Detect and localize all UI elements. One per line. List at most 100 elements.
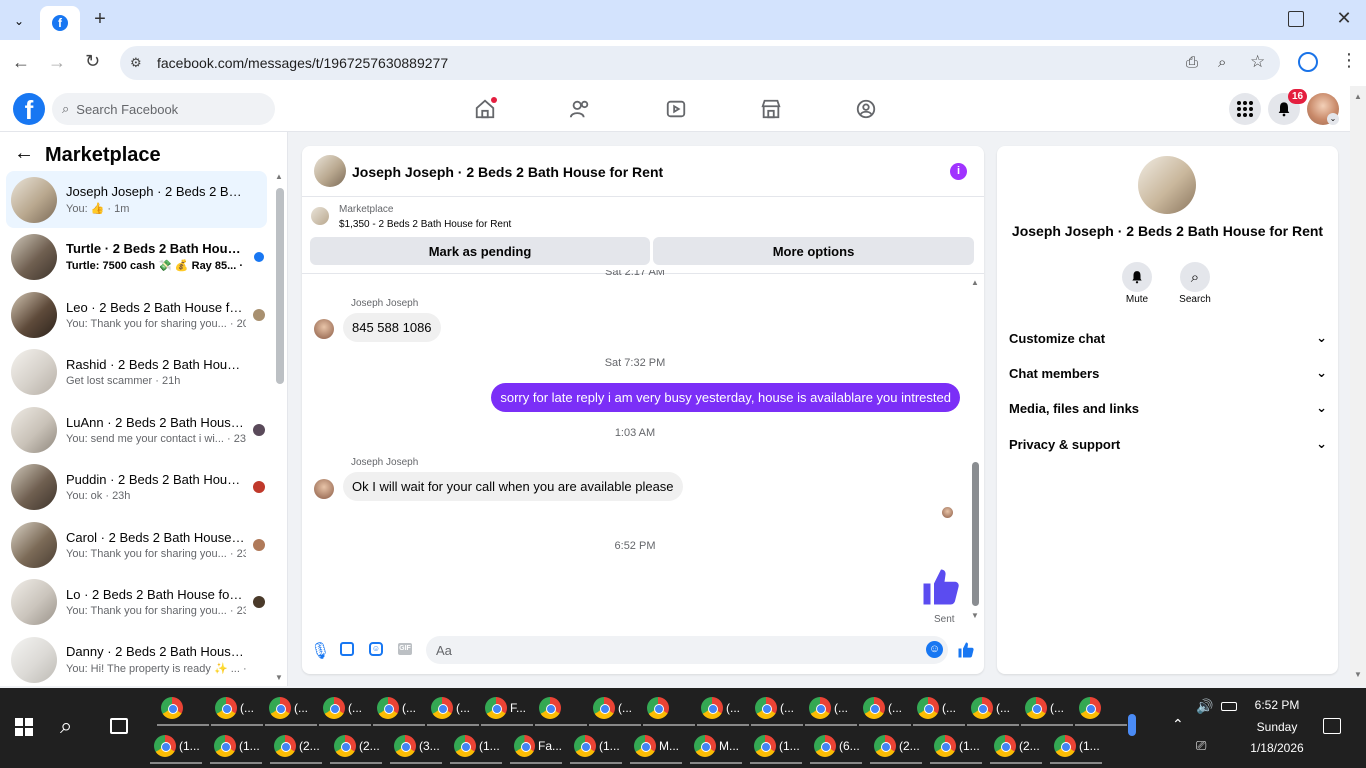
mark-pending-button[interactable]: Mark as pending — [310, 237, 650, 265]
conversation-list-scrollbar[interactable] — [276, 188, 284, 384]
taskbar-chrome-window[interactable]: (... — [211, 692, 263, 726]
back-arrow-icon[interactable]: ← — [14, 142, 34, 165]
attach-photo-icon[interactable] — [340, 642, 354, 656]
sender-avatar[interactable] — [314, 319, 334, 339]
taskbar-chrome-window[interactable]: (1... — [570, 730, 622, 764]
outgoing-message[interactable]: sorry for late reply i am very busy yest… — [491, 383, 960, 412]
address-bar[interactable]: ⚙ facebook.com/messages/t/19672576308892… — [120, 46, 1280, 80]
taskbar-chrome-window[interactable]: (... — [697, 692, 749, 726]
conversation-item[interactable]: LuAnn · 2 Beds 2 Bath House ... You: send… — [6, 401, 267, 458]
volume-icon[interactable]: 🔊 — [1196, 698, 1213, 715]
taskbar-chrome-window[interactable]: (2... — [330, 730, 382, 764]
conversation-info-icon[interactable]: i — [950, 163, 967, 180]
taskbar-chrome-window[interactable]: (... — [319, 692, 371, 726]
taskbar-chrome-window[interactable]: (1... — [150, 730, 202, 764]
taskbar-search-icon[interactable]: ⌕ — [60, 713, 72, 739]
taskbar-chrome-window[interactable]: (... — [427, 692, 479, 726]
taskbar-chrome-window[interactable]: (... — [967, 692, 1019, 726]
conversation-item[interactable]: Leo · 2 Beds 2 Bath House for... You: Tha… — [6, 286, 267, 343]
gif-icon[interactable]: GIF — [398, 643, 412, 655]
chat-scroll-up-icon[interactable]: ▲ — [971, 278, 979, 287]
scroll-up-icon[interactable]: ▲ — [1354, 92, 1362, 101]
sticker-icon[interactable]: ☺ — [369, 642, 383, 656]
profile-icon[interactable] — [1298, 52, 1318, 72]
taskbar-chrome-window[interactable]: (6... — [810, 730, 862, 764]
conversation-item[interactable]: Rashid · 2 Beds 2 Bath House fo... Get lo… — [6, 343, 267, 400]
taskbar-chrome-window[interactable]: (... — [1021, 692, 1073, 726]
emoji-icon[interactable]: ☺ — [926, 641, 943, 658]
taskbar-chrome-window[interactable]: (... — [859, 692, 911, 726]
account-chevron-down-icon[interactable]: ⌄ — [1327, 113, 1339, 125]
restore-window-icon[interactable] — [1288, 11, 1304, 27]
taskbar-chrome-window[interactable]: Fa... — [510, 730, 562, 764]
conversation-item[interactable]: Joseph Joseph · 2 Beds 2 Bath ... You: 👍 … — [6, 171, 267, 228]
taskbar-chrome-window[interactable]: (... — [265, 692, 317, 726]
more-options-button[interactable]: More options — [653, 237, 974, 265]
taskbar-chrome-window[interactable]: (1... — [1050, 730, 1102, 764]
windows-start-icon[interactable] — [15, 718, 33, 736]
conversation-item[interactable]: Puddin · 2 Beds 2 Bath House... You: ok ·… — [6, 458, 267, 515]
taskbar-chrome-window[interactable]: (1... — [210, 730, 262, 764]
taskbar-chrome-window[interactable]: (1... — [930, 730, 982, 764]
chat-listing-avatar[interactable] — [314, 155, 346, 187]
large-like-icon[interactable] — [920, 566, 962, 608]
message-input[interactable]: Aa ☺ — [426, 636, 948, 664]
chat-title[interactable]: Joseph Joseph · 2 Beds 2 Bath House for … — [352, 164, 663, 180]
marketplace-icon[interactable] — [758, 96, 784, 122]
friends-icon[interactable] — [567, 96, 593, 122]
media-files-section[interactable]: Media, files and links ⌄ — [1009, 393, 1327, 423]
taskbar-chrome-window[interactable] — [643, 692, 695, 726]
taskbar-chrome-window[interactable]: M... — [690, 730, 742, 764]
bookmark-star-icon[interactable]: ☆ — [1250, 52, 1265, 72]
microphone-icon[interactable]: 🎙 — [310, 641, 330, 661]
battery-icon[interactable] — [1221, 702, 1237, 711]
taskbar-chrome-window[interactable]: (3... — [390, 730, 442, 764]
reload-icon[interactable]: ↻ — [85, 51, 100, 72]
zoom-icon[interactable]: ⌕ — [1218, 54, 1226, 71]
conversation-item[interactable]: Turtle · 2 Beds 2 Bath House f... Turtle:… — [6, 228, 267, 285]
taskbar-chrome-window[interactable]: F... — [481, 692, 533, 726]
list-scroll-up-icon[interactable]: ▲ — [275, 172, 283, 181]
listing-price[interactable]: $1,350 - 2 Beds 2 Bath House for Rent — [339, 219, 511, 230]
back-icon[interactable]: ← — [12, 52, 30, 73]
privacy-support-section[interactable]: Privacy & support ⌄ — [1009, 429, 1327, 459]
browser-tab-facebook[interactable]: f — [40, 6, 80, 40]
taskbar-chrome-window[interactable] — [1075, 692, 1127, 726]
incoming-message[interactable]: 845 588 1086 — [343, 313, 441, 342]
mute-bell-icon[interactable] — [1122, 262, 1152, 292]
site-info-icon[interactable]: ⚙ — [130, 55, 142, 71]
taskbar-chrome-window[interactable] — [535, 692, 587, 726]
list-scroll-down-icon[interactable]: ▼ — [275, 673, 283, 682]
taskbar-chrome-window[interactable]: (... — [373, 692, 425, 726]
listing-profile-image[interactable] — [1138, 156, 1196, 214]
taskbar-chrome-window[interactable]: (... — [751, 692, 803, 726]
sender-avatar[interactable] — [314, 479, 334, 499]
scroll-down-icon[interactable]: ▼ — [1354, 670, 1362, 679]
taskbar-chrome-window[interactable] — [157, 692, 209, 726]
conversation-item[interactable]: Danny · 2 Beds 2 Bath House fo... You: Hi… — [6, 631, 267, 688]
meet-now-icon[interactable]: ⎚ — [1196, 738, 1206, 754]
clock-time[interactable]: 6:52 PM — [1242, 698, 1312, 712]
taskbar-chrome-window[interactable]: (... — [589, 692, 641, 726]
task-view-icon[interactable] — [110, 718, 128, 734]
tab-search-icon[interactable]: ⌄ — [8, 10, 30, 32]
menu-grid-icon[interactable] — [1229, 93, 1261, 125]
chat-scroll-down-icon[interactable]: ▼ — [971, 611, 979, 620]
taskbar-chrome-window[interactable]: (2... — [870, 730, 922, 764]
close-window-icon[interactable]: ✕ — [1334, 8, 1354, 28]
groups-icon[interactable] — [853, 96, 879, 122]
taskbar-chrome-window[interactable]: (2... — [270, 730, 322, 764]
conversation-item[interactable]: Carol · 2 Beds 2 Bath House f... You: Tha… — [6, 516, 267, 573]
page-scrollbar[interactable]: ▲ ▼ — [1350, 86, 1366, 686]
taskbar-chrome-window[interactable]: (1... — [450, 730, 502, 764]
browser-menu-icon[interactable]: ⋮ — [1340, 50, 1358, 71]
conversation-item[interactable]: Lo · 2 Beds 2 Bath House for ... You: Tha… — [6, 573, 267, 630]
search-conversation-icon[interactable]: ⌕ — [1180, 262, 1210, 292]
facebook-logo-icon[interactable]: f — [13, 93, 45, 125]
customize-chat-section[interactable]: Customize chat ⌄ — [1009, 323, 1327, 353]
chat-scrollbar[interactable] — [972, 462, 979, 606]
forward-icon[interactable]: → — [48, 52, 66, 73]
taskbar-chrome-window[interactable]: M... — [630, 730, 682, 764]
incoming-message[interactable]: Ok I will wait for your call when you ar… — [343, 472, 683, 501]
taskbar-chrome-window[interactable]: (2... — [990, 730, 1042, 764]
